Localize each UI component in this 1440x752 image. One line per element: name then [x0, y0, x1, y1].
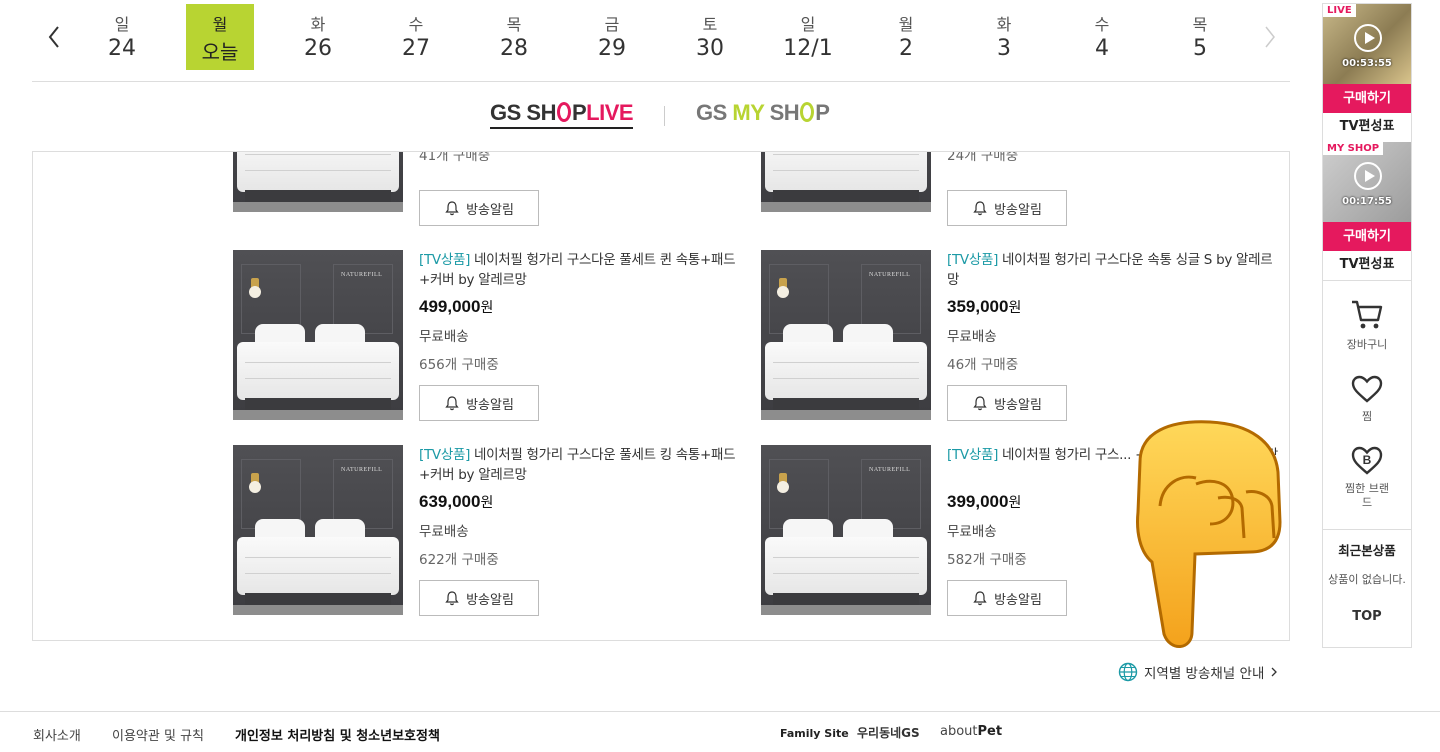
date-day[interactable]: 수 27	[382, 4, 450, 70]
cart-link[interactable]: 장바구니	[1323, 298, 1411, 352]
bell-icon	[445, 396, 459, 411]
product-card[interactable]: NATUREFILL [TV상품] 네이처필 헝가리 구스... +패드+커버 …	[761, 445, 1281, 625]
prev-arrow-icon[interactable]	[40, 22, 70, 52]
shipping-info: 무료배송	[947, 524, 997, 540]
bell-icon	[973, 201, 987, 216]
myshop-video-thumbnail[interactable]: MY SHOP 00:17:55	[1323, 142, 1411, 222]
product-image[interactable]: NATUREFILL	[233, 445, 403, 615]
live-badge: LIVE	[1323, 4, 1356, 17]
heart-icon	[1351, 375, 1383, 403]
footer-link-privacy[interactable]: 개인정보 처리방침 및 청소년보호정책	[235, 725, 440, 744]
broadcast-alarm-button[interactable]: 방송알림	[419, 580, 539, 616]
date-day[interactable]: 토 30	[676, 4, 744, 70]
tab-divider	[664, 106, 665, 126]
footer-link-terms[interactable]: 이용약관 및 규칙	[112, 725, 204, 744]
purchase-count: 656개 구매중	[419, 357, 499, 373]
date-day[interactable]: 목5	[1166, 4, 1234, 70]
purchase-count: 582개 구매중	[947, 552, 1027, 568]
date-day[interactable]: 금 29	[578, 4, 646, 70]
family-site-label: Family Site	[780, 727, 849, 740]
regional-channel-link[interactable]: 지역별 방송채널 안내	[1118, 661, 1278, 683]
svg-text:B: B	[1363, 453, 1372, 467]
footer: 회사소개 이용약관 및 규칙 개인정보 처리방침 및 청소년보호정책 Famil…	[0, 711, 1440, 752]
brand-heart-icon: B	[1351, 446, 1383, 475]
product-image[interactable]: NATUREFILL	[233, 250, 403, 420]
sidebar-divider	[1323, 280, 1411, 281]
buy-button[interactable]: 구매하기	[1323, 84, 1411, 113]
purchase-count: 622개 구매중	[419, 552, 499, 568]
footer-link-company[interactable]: 회사소개	[33, 725, 81, 744]
recent-products-empty: 상품이 없습니다.	[1328, 573, 1406, 586]
product-image[interactable]	[233, 152, 403, 212]
shipping-info: 무료배송	[419, 524, 469, 540]
product-price: 359,000원	[947, 297, 1022, 316]
broadcast-alarm-button[interactable]: 방송알림	[947, 385, 1067, 421]
family-site-logo[interactable]: aboutPet	[940, 724, 1002, 739]
date-day[interactable]: 일 24	[88, 4, 156, 70]
quick-sidebar: LIVE 00:53:55 구매하기 TV편성표 MY SHOP 00:17:5…	[1322, 3, 1412, 648]
cart-icon	[1352, 300, 1383, 329]
tv-schedule-link[interactable]: TV편성표	[1323, 251, 1411, 279]
purchase-count: 46개 구매중	[947, 357, 1019, 373]
play-icon	[1354, 24, 1382, 52]
purchase-count: 24개 구매중	[947, 151, 1019, 164]
bell-icon	[445, 591, 459, 606]
play-icon	[1354, 162, 1382, 190]
tab-gs-shop-live[interactable]: GS SH PLIVE	[490, 100, 634, 129]
buy-button[interactable]: 구매하기	[1323, 222, 1411, 251]
sidebar-divider	[1323, 529, 1411, 530]
product-price: 639,000원	[419, 492, 494, 511]
scroll-top-button[interactable]: TOP	[1323, 609, 1411, 624]
globe-icon	[1118, 662, 1138, 682]
live-video-thumbnail[interactable]: LIVE 00:53:55	[1323, 4, 1411, 84]
product-card[interactable]: NATUREFILL [TV상품] 네이처필 헝가리 구스다운 풀세트 퀸 속통…	[233, 250, 753, 430]
product-title[interactable]: [TV상품] 네이처필 헝가리 구스다운 속통 싱글 S by 알레르망	[947, 250, 1279, 290]
product-image[interactable]: NATUREFILL	[761, 445, 931, 615]
family-site-logo[interactable]: 우리동네GS	[857, 724, 920, 741]
product-card[interactable]: 41개 구매중 방송알림	[233, 151, 753, 226]
wish-link[interactable]: 찜	[1323, 374, 1411, 424]
wish-brand-link[interactable]: B 찜한 브랜드	[1323, 444, 1411, 510]
chevron-right-icon	[1271, 667, 1278, 677]
product-title[interactable]: [TV상품] 네이처필 헝가리 구스... +패드+커버 by 알레르망	[947, 445, 1279, 485]
shipping-info: 무료배송	[947, 329, 997, 345]
shop-o-icon	[556, 102, 571, 122]
product-price: 499,000원	[419, 297, 494, 316]
bell-icon	[973, 591, 987, 606]
product-image[interactable]: NATUREFILL	[761, 250, 931, 420]
date-day-today[interactable]: 월 오늘	[186, 4, 254, 70]
broadcast-alarm-button[interactable]: 방송알림	[947, 190, 1067, 226]
broadcast-alarm-button[interactable]: 방송알림	[419, 385, 539, 421]
date-strip: 일 24 월 오늘 화 26 수 27 목 28 금 29 토 30 일 12/1 월2 화3 …	[32, 0, 1290, 82]
broadcast-alarm-button[interactable]: 방송알림	[419, 190, 539, 226]
date-day[interactable]: 일 12/1	[774, 4, 842, 70]
product-title[interactable]: [TV상품] 네이처필 헝가리 구스다운 풀세트 킹 속통+패드+커버 by 알…	[419, 445, 751, 485]
purchase-count: 41개 구매중	[419, 151, 491, 164]
channel-tabs: GS SH PLIVE GS MY SH P	[32, 96, 1290, 136]
broadcast-alarm-button[interactable]: 방송알림	[947, 580, 1067, 616]
product-image[interactable]	[761, 152, 931, 212]
bell-icon	[973, 396, 987, 411]
next-arrow-icon[interactable]	[1254, 22, 1284, 52]
myshop-remaining-time: 00:17:55	[1342, 196, 1392, 207]
shop-o-icon	[800, 102, 815, 122]
shipping-info: 무료배송	[419, 329, 469, 345]
tv-schedule-link[interactable]: TV편성표	[1323, 113, 1411, 141]
date-day[interactable]: 화3	[970, 4, 1038, 70]
date-day[interactable]: 월2	[872, 4, 940, 70]
product-list: 41개 구매중 방송알림 24개 구매중 방송알림 NATUREFILL [TV…	[32, 151, 1290, 641]
myshop-badge: MY SHOP	[1323, 142, 1384, 155]
bell-icon	[445, 201, 459, 216]
product-title[interactable]: [TV상품] 네이처필 헝가리 구스다운 풀세트 퀸 속통+패드+커버 by 알…	[419, 250, 751, 290]
date-day[interactable]: 목 28	[480, 4, 548, 70]
product-price: 399,000원	[947, 492, 1022, 511]
product-card[interactable]: NATUREFILL [TV상품] 네이처필 헝가리 구스다운 속통 싱글 S …	[761, 250, 1281, 430]
product-card[interactable]: NATUREFILL [TV상품] 네이처필 헝가리 구스다운 풀세트 킹 속통…	[233, 445, 753, 625]
date-day[interactable]: 화 26	[284, 4, 352, 70]
live-remaining-time: 00:53:55	[1342, 58, 1392, 69]
tab-gs-my-shop[interactable]: GS MY SH P	[696, 100, 830, 126]
product-card[interactable]: 24개 구매중 방송알림	[761, 151, 1281, 226]
recent-products-title: 최근본상품	[1338, 543, 1396, 558]
date-day[interactable]: 수4	[1068, 4, 1136, 70]
